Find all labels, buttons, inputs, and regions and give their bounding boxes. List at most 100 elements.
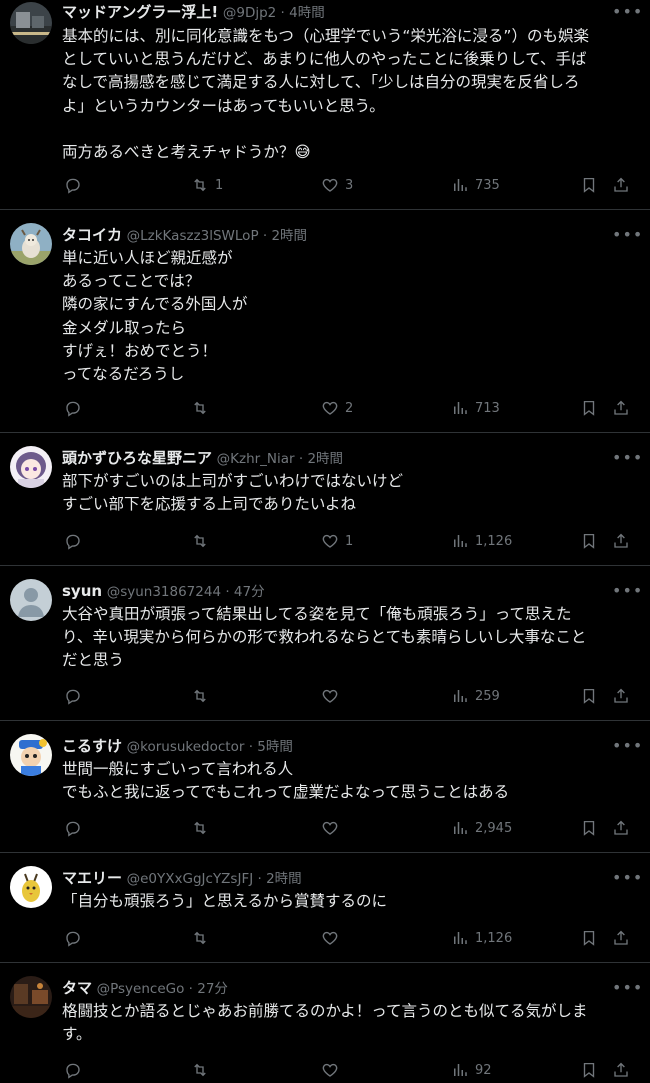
like-button[interactable] — [321, 817, 345, 839]
post-line: 大谷や真田が頑張って結果出してる姿を見て「俺も頑張ろう」って思えた — [62, 605, 572, 623]
bookmark-icon — [583, 820, 595, 836]
author-handle-time[interactable]: @korusukedoctor · 5時間 — [127, 739, 293, 755]
repost-button[interactable] — [191, 1059, 215, 1081]
views-button[interactable]: 1,126 — [451, 530, 512, 552]
more-options-icon[interactable]: ••• — [612, 980, 642, 1001]
like-heart-icon — [322, 821, 338, 835]
repost-button[interactable] — [191, 927, 215, 949]
bookmark-button[interactable] — [580, 1059, 598, 1081]
reply-button[interactable] — [64, 817, 88, 839]
like-button[interactable]: 3 — [321, 174, 353, 196]
more-options-icon[interactable]: ••• — [612, 450, 642, 471]
like-heart-icon — [322, 178, 338, 192]
post-6[interactable]: タマ @PsyenceGo · 27分 ••• 格闘技とか語るとじゃあお前勝てる… — [0, 963, 650, 1083]
share-button[interactable] — [612, 530, 630, 552]
more-options-icon[interactable]: ••• — [612, 227, 642, 248]
bookmark-button[interactable] — [580, 927, 598, 949]
post-line: り、辛い現実から何らかの形で救われるならとても素晴らしいし大事なこと — [62, 628, 587, 647]
like-button[interactable] — [321, 1059, 345, 1081]
post-4[interactable]: こるすけ @korusukedoctor · 5時間 ••• 世間一般にすごいっ… — [0, 721, 650, 853]
post-line: 両方あるべきと考えチャドうか？😅 — [62, 143, 311, 162]
author-handle-time[interactable]: @PsyenceGo · 27分 — [97, 981, 228, 997]
like-button[interactable] — [321, 685, 345, 707]
reply-button[interactable] — [64, 530, 88, 552]
repost-button[interactable] — [191, 817, 215, 839]
reply-icon — [66, 821, 80, 837]
author-handle-time[interactable]: @LzkKaszz3lSWLoP · 2時間 — [127, 228, 307, 244]
post-1[interactable]: タコイカ @LzkKaszz3lSWLoP · 2時間 ••• 単に近い人ほど親… — [0, 210, 650, 433]
landscape-avatar-icon[interactable] — [10, 2, 52, 44]
goat-avatar-icon[interactable] — [10, 223, 52, 265]
dark-room-avatar-icon[interactable] — [10, 976, 52, 1018]
bookmark-button[interactable] — [580, 530, 598, 552]
reply-button[interactable] — [64, 927, 88, 949]
author-handle-time[interactable]: @syun31867244 · 47分 — [107, 584, 265, 600]
more-options-icon[interactable]: ••• — [612, 870, 642, 891]
post-2[interactable]: 頭かずひろな星野ニア @Kzhr_Niar · 2時間 ••• 部下がすごいのは… — [0, 433, 650, 566]
like-button[interactable]: 1 — [321, 530, 353, 552]
share-button[interactable] — [612, 927, 630, 949]
reply-button[interactable] — [64, 174, 88, 196]
share-icon — [614, 930, 628, 945]
post-5[interactable]: マエリー @e0YXxGgJcYZsJFJ · 2時間 ••• 「自分も頑張ろう… — [0, 853, 650, 963]
post-text: 世間一般にすごいって言われる人 でもふと我に返ってでもこれって虚業だよなって思う… — [62, 758, 636, 804]
bird-character-avatar-icon[interactable] — [10, 866, 52, 908]
author-name[interactable]: syun — [62, 582, 102, 600]
share-button[interactable] — [612, 685, 630, 707]
views-button[interactable]: 713 — [451, 397, 500, 419]
share-button[interactable] — [612, 817, 630, 839]
like-heart-icon — [322, 931, 338, 945]
like-button[interactable]: 2 — [321, 397, 353, 419]
bookmark-button[interactable] — [580, 397, 598, 419]
views-chart-icon — [454, 179, 467, 191]
more-options-icon[interactable]: ••• — [612, 738, 642, 759]
anime-girl-avatar-icon[interactable] — [10, 446, 52, 488]
views-button[interactable]: 1,126 — [451, 927, 512, 949]
bookmark-button[interactable] — [580, 817, 598, 839]
share-button[interactable] — [612, 174, 630, 196]
author-handle-time[interactable]: @9Djp2 · 4時間 — [223, 5, 325, 21]
reply-button[interactable] — [64, 397, 88, 419]
more-options-icon[interactable]: ••• — [612, 4, 642, 25]
author-name[interactable]: 頭かずひろな星野ニア — [62, 449, 212, 467]
views-button[interactable]: 2,945 — [451, 817, 512, 839]
bookmark-icon — [583, 400, 595, 416]
bookmark-button[interactable] — [580, 174, 598, 196]
more-options-icon[interactable]: ••• — [612, 583, 642, 604]
bookmark-icon — [583, 1062, 595, 1078]
like-heart-icon — [322, 1063, 338, 1077]
author-name[interactable]: マエリー — [62, 869, 122, 887]
share-button[interactable] — [612, 397, 630, 419]
like-heart-icon — [322, 689, 338, 703]
repost-button[interactable] — [191, 530, 215, 552]
author-name[interactable]: タコイカ — [62, 226, 122, 244]
like-button[interactable] — [321, 927, 345, 949]
share-icon — [614, 533, 628, 548]
repost-button[interactable] — [191, 397, 215, 419]
view-count: 92 — [475, 1062, 492, 1078]
cartoon-character-avatar-icon[interactable] — [10, 734, 52, 776]
share-button[interactable] — [612, 1059, 630, 1081]
repost-button[interactable] — [191, 685, 215, 707]
bookmark-button[interactable] — [580, 685, 598, 707]
reply-button[interactable] — [64, 685, 88, 707]
post-line: 基本的には、別に同化意識をもつ（心理学でいう“栄光浴に浸る”）のも娯楽 — [62, 27, 589, 45]
author-handle-time[interactable]: @Kzhr_Niar · 2時間 — [217, 451, 343, 467]
repost-button[interactable]: 1 — [191, 174, 223, 196]
post-line: 部下がすごいのは上司がすごいわけではないけど — [62, 472, 404, 490]
post-0[interactable]: マッドアングラー浮上! @9Djp2 · 4時間 ••• 基本的には、別に同化意… — [0, 0, 650, 210]
post-3[interactable]: syun @syun31867244 · 47分 ••• 大谷や真田が頑張って結… — [0, 566, 650, 721]
repost-icon — [194, 401, 206, 415]
default-profile-avatar-icon[interactable] — [10, 579, 52, 621]
views-button[interactable]: 735 — [451, 174, 500, 196]
views-button[interactable]: 92 — [451, 1059, 492, 1081]
author-name[interactable]: タマ — [62, 979, 92, 997]
author-name[interactable]: こるすけ — [62, 737, 122, 755]
post-line: 隣の家にすんでる外国人が — [62, 295, 248, 314]
like-count: 3 — [345, 177, 354, 193]
author-name[interactable]: マッドアングラー浮上! — [62, 3, 218, 21]
share-icon — [614, 1062, 628, 1077]
views-button[interactable]: 259 — [451, 685, 500, 707]
author-handle-time[interactable]: @e0YXxGgJcYZsJFJ · 2時間 — [127, 871, 302, 887]
reply-button[interactable] — [64, 1059, 88, 1081]
